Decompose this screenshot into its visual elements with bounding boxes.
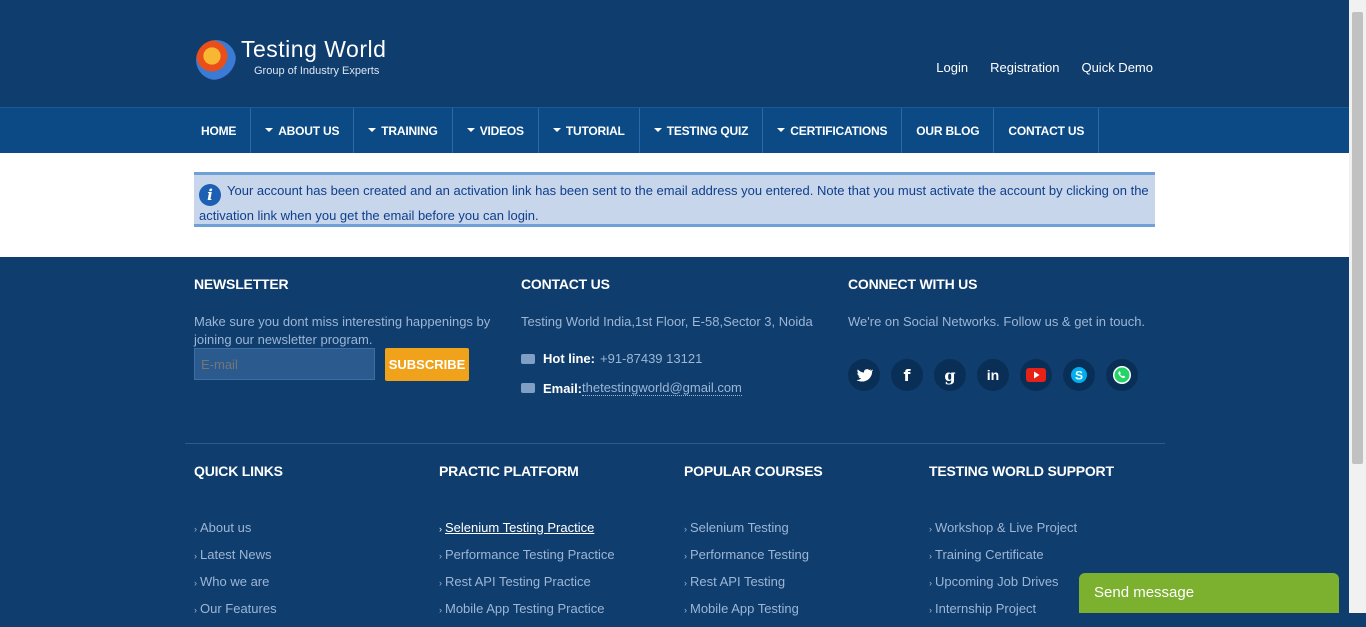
newsletter-email-input[interactable] <box>194 348 375 380</box>
newsletter-text: Make sure you dont miss interesting happ… <box>194 314 491 347</box>
quick-demo-link[interactable]: Quick Demo <box>1081 60 1153 75</box>
nav-about-us[interactable]: ABOUT US <box>251 108 355 154</box>
facebook-icon[interactable]: f <box>891 359 923 391</box>
connect-text: We're on Social Networks. Follow us & ge… <box>848 314 1146 329</box>
caret-down-icon <box>466 128 475 132</box>
footer-link[interactable]: › Mobile App Testing <box>684 600 809 627</box>
nav-tutorial[interactable]: TUTORIAL <box>539 108 640 154</box>
nav-contact-us[interactable]: CONTACT US <box>994 108 1100 154</box>
site-header: Testing World Group of Industry Experts … <box>0 0 1349 107</box>
nav-home[interactable]: HOME <box>187 108 252 154</box>
popular-courses-list: › Selenium Testing › Performance Testing ›… <box>684 519 809 627</box>
whatsapp-icon[interactable] <box>1106 359 1138 391</box>
envelope-icon <box>521 383 535 393</box>
registration-link[interactable]: Registration <box>990 60 1059 75</box>
caret-down-icon <box>777 128 786 132</box>
subscribe-button[interactable]: SUBSCRIBE <box>385 348 469 381</box>
footer-link[interactable]: › Internship Project <box>929 600 1077 627</box>
footer-divider <box>185 443 1165 444</box>
caret-down-icon <box>265 128 274 132</box>
page-scrollbar[interactable] <box>1349 0 1366 613</box>
send-message-button[interactable]: Send message <box>1079 573 1339 613</box>
practic-platform-heading: PRACTIC PLATFORM <box>439 463 579 479</box>
footer-link[interactable]: › Rest API Testing Practice <box>439 573 615 600</box>
logo-subtitle: Group of Industry Experts <box>254 65 380 77</box>
email-row: Email: thetestingworld@gmail.com <box>521 380 742 396</box>
main-nav: HOME ABOUT US TRAINING VIDEOS TUTORIAL T… <box>0 107 1349 154</box>
top-links: Login Registration Quick Demo <box>936 60 1153 75</box>
footer-link[interactable]: › Performance Testing <box>684 546 809 573</box>
caret-down-icon <box>368 128 377 132</box>
quick-links-list: › About us › Latest News › Who we are › Our … <box>194 519 277 627</box>
nav-certifications[interactable]: CERTIFICATIONS <box>763 108 903 154</box>
logo-globe-icon <box>196 40 236 80</box>
contact-heading: CONTACT US <box>521 276 610 292</box>
nav-training[interactable]: TRAINING <box>354 108 453 154</box>
nav-our-blog[interactable]: OUR BLOG <box>902 108 995 154</box>
footer-link[interactable]: › Latest News <box>194 546 277 573</box>
site-logo[interactable]: Testing World Group of Industry Experts <box>196 36 416 82</box>
footer-link[interactable]: › Training Certificate <box>929 546 1077 573</box>
alert-text: Your account has been created and an act… <box>199 183 1149 223</box>
linkedin-icon[interactable]: in <box>977 359 1009 391</box>
hotline-row: Hot line: +91-87439 13121 <box>521 351 702 366</box>
logo-title: Testing World <box>241 36 387 62</box>
footer-link[interactable]: › Workshop & Live Project <box>929 519 1077 546</box>
newsletter-heading: NEWSLETTER <box>194 276 289 292</box>
practic-platform-list: › Selenium Testing Practice › Performance … <box>439 519 615 627</box>
nav-testing-quiz[interactable]: TESTING QUIZ <box>640 108 764 154</box>
email-link[interactable]: thetestingworld@gmail.com <box>582 380 742 396</box>
footer-link[interactable]: › Who we are <box>194 573 277 600</box>
scrollbar-thumb[interactable] <box>1352 12 1363 464</box>
support-heading: TESTING WORLD SUPPORT <box>929 463 1114 479</box>
info-icon: i <box>199 184 221 206</box>
caret-down-icon <box>653 128 662 132</box>
footer-link[interactable]: › Selenium Testing <box>684 519 809 546</box>
skype-icon[interactable]: S <box>1063 359 1095 391</box>
phone-icon <box>521 353 535 364</box>
footer-link[interactable]: › About us <box>194 519 277 546</box>
footer-link[interactable]: › Our Features <box>194 600 277 627</box>
footer-link[interactable]: › Upcoming Job Drives <box>929 573 1077 600</box>
google-plus-icon[interactable]: g <box>934 359 966 391</box>
footer-link[interactable]: › Selenium Testing Practice <box>439 519 615 546</box>
svg-text:S: S <box>1075 369 1083 383</box>
footer-link[interactable]: › Mobile App Testing Practice <box>439 600 615 627</box>
login-link[interactable]: Login <box>936 60 968 75</box>
twitter-icon[interactable] <box>848 359 880 391</box>
connect-heading: CONNECT WITH US <box>848 276 978 292</box>
activation-alert: i Your account has been created and an ac… <box>194 172 1155 227</box>
quick-links-heading: QUICK LINKS <box>194 463 283 479</box>
support-list: › Workshop & Live Project › Training Certi… <box>929 519 1077 627</box>
social-icons: f g in S <box>848 359 1138 391</box>
footer-link[interactable]: › Rest API Testing <box>684 573 809 600</box>
contact-address: Testing World India,1st Floor, E-58,Sect… <box>521 314 813 329</box>
youtube-icon[interactable] <box>1020 359 1052 391</box>
popular-courses-heading: POPULAR COURSES <box>684 463 823 479</box>
caret-down-icon <box>552 128 561 132</box>
footer-link[interactable]: › Performance Testing Practice <box>439 546 615 573</box>
nav-videos[interactable]: VIDEOS <box>453 108 539 154</box>
